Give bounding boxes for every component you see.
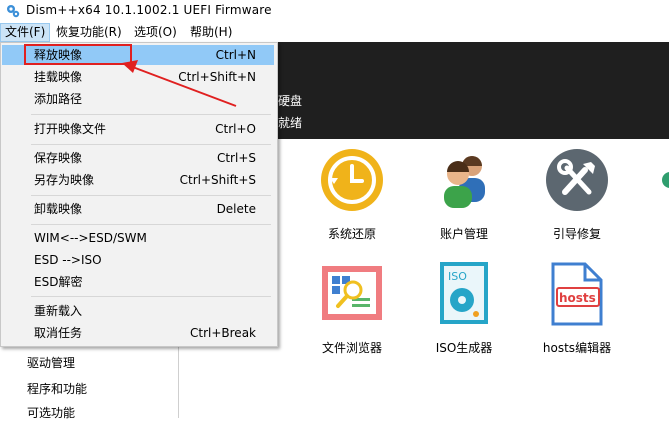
- annotation-arrow-icon: [122, 60, 237, 107]
